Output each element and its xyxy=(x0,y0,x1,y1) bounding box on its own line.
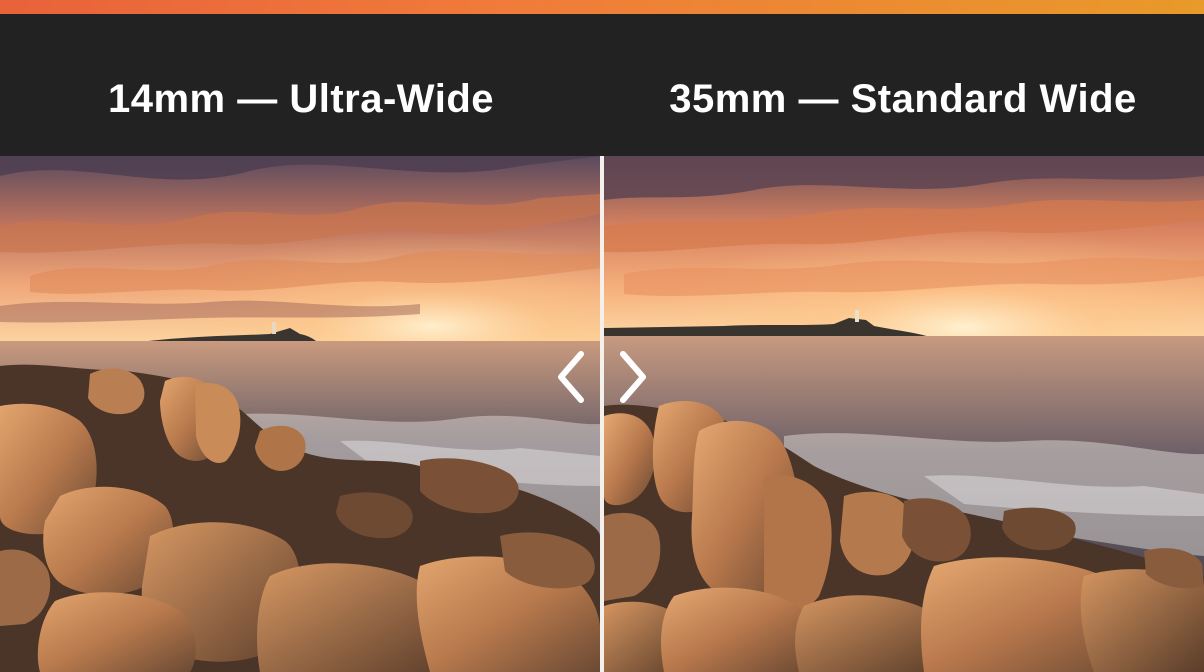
photo-14mm xyxy=(0,156,600,672)
chevron-right-icon[interactable] xyxy=(615,350,651,404)
accent-bar xyxy=(0,0,1204,14)
coastal-sunset-35mm xyxy=(604,156,1204,672)
photo-35mm xyxy=(604,156,1204,672)
caption-35mm: 35mm — Standard Wide xyxy=(669,77,1137,121)
caption-14mm: 14mm — Ultra-Wide xyxy=(108,77,494,121)
coastal-sunset-14mm xyxy=(0,156,600,672)
chevron-left-icon[interactable] xyxy=(553,350,589,404)
comparison-divider[interactable] xyxy=(600,156,604,672)
comparison-slide: 14mm — Ultra-Wide 35mm — Standard Wide xyxy=(0,0,1204,672)
